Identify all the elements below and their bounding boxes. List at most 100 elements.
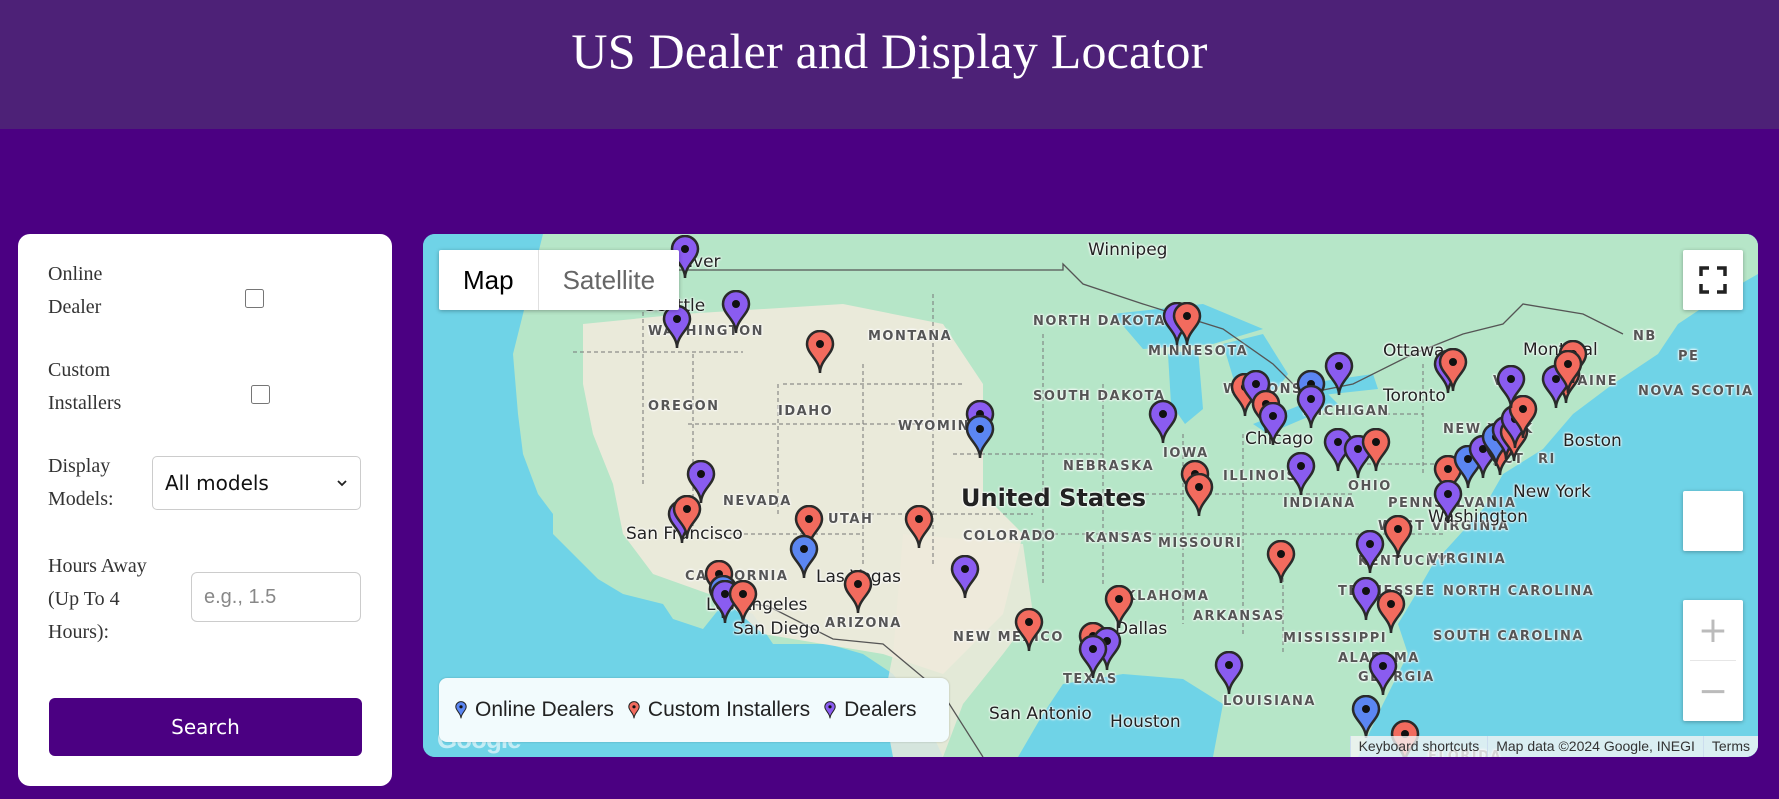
state-label: RI (1538, 452, 1556, 467)
state-label: NORTH CAROLINA (1443, 584, 1595, 599)
state-label: ARIZONA (825, 616, 902, 631)
state-label: OHIO (1348, 479, 1392, 494)
page-header: US Dealer and Display Locator (0, 0, 1779, 129)
dealer-map-marker[interactable] (686, 460, 716, 504)
terms-link[interactable]: Terms (1702, 736, 1758, 757)
state-label: NEW MEXICO (953, 630, 1064, 645)
installer-map-marker[interactable] (1376, 590, 1406, 634)
chevron-down-icon (337, 480, 347, 487)
installer-map-marker[interactable] (1266, 540, 1296, 584)
map-type-map-tab[interactable]: Map (439, 250, 539, 310)
installer-map-marker[interactable] (1553, 350, 1583, 394)
installer-map-marker[interactable] (1383, 515, 1413, 559)
map-view[interactable]: WASHINGTON OREGON IDAHO MONTANA WYOMING NEVAD… (423, 234, 1758, 757)
hours-away-label: Hours Away (Up To 4 Hours): (48, 555, 147, 643)
installer-map-marker[interactable] (904, 505, 934, 549)
keyboard-shortcuts-link[interactable]: Keyboard shortcuts (1349, 736, 1488, 757)
fullscreen-icon (1699, 266, 1727, 294)
dealer-map-marker[interactable] (1324, 352, 1354, 396)
page-title: US Dealer and Display Locator (571, 23, 1208, 79)
online-map-marker[interactable] (1351, 695, 1381, 739)
installer-map-marker[interactable] (1104, 585, 1134, 629)
online-dealer-pin-icon (455, 701, 467, 719)
state-label: COLORADO (963, 529, 1057, 544)
dealer-map-marker[interactable] (721, 290, 751, 334)
map-attribution: Keyboard shortcuts Map data ©2024 Google… (1349, 736, 1758, 757)
legend-online-dealers: Online Dealers (455, 698, 614, 722)
hours-away-input[interactable] (191, 572, 361, 622)
installer-map-marker[interactable] (1014, 608, 1044, 652)
installer-map-marker[interactable] (805, 330, 835, 374)
zoom-in-button[interactable]: + (1683, 600, 1743, 660)
state-label: SOUTH CAROLINA (1433, 629, 1584, 644)
map-legend: Online Dealers Custom Installers Dealers (439, 678, 949, 742)
online-dealer-checkbox[interactable] (245, 289, 264, 308)
installer-map-marker[interactable] (1172, 302, 1202, 346)
state-label: OREGON (648, 399, 720, 414)
state-label: UTAH (828, 512, 874, 527)
state-label: IOWA (1163, 446, 1209, 461)
zoom-out-button[interactable]: − (1683, 661, 1743, 721)
map-data-credit: Map data ©2024 Google, INEGI (1487, 736, 1703, 757)
online-map-marker[interactable] (965, 415, 995, 459)
installer-map-marker[interactable] (1361, 428, 1391, 472)
map-type-satellite-tab[interactable]: Satellite (539, 250, 680, 310)
state-label: MONTANA (868, 329, 953, 344)
display-models-select[interactable]: All models (152, 456, 361, 510)
state-label: NB (1633, 329, 1657, 344)
installer-map-marker[interactable] (1184, 473, 1214, 517)
state-label: NEBRASKA (1063, 459, 1155, 474)
city-label: New York (1513, 482, 1591, 502)
dealer-map-marker[interactable] (1258, 402, 1288, 446)
city-label: Winnipeg (1088, 240, 1168, 260)
installer-map-marker[interactable] (728, 580, 758, 624)
state-label: SOUTH DAKOTA (1033, 389, 1166, 404)
state-label: PE (1678, 349, 1700, 364)
online-dealer-label: Online Dealer (48, 263, 103, 318)
city-label: Houston (1110, 712, 1181, 732)
display-models-label: Display Models: (48, 455, 114, 510)
dealer-map-marker[interactable] (1148, 400, 1178, 444)
display-models-row: Display Models: (48, 450, 158, 516)
installer-map-marker[interactable] (1438, 348, 1468, 392)
state-label: NOVA SCOTIA (1638, 384, 1754, 399)
dealer-map-marker[interactable] (1286, 452, 1316, 496)
map-type-control: Map Satellite (439, 250, 680, 310)
state-label: MISSISSIPPI (1283, 631, 1388, 646)
dealer-pin-icon (824, 701, 836, 719)
dealer-map-marker[interactable] (1496, 365, 1526, 409)
country-label: United States (961, 484, 1147, 512)
dealer-map-marker[interactable] (1078, 635, 1108, 679)
zoom-control: + − (1683, 600, 1743, 721)
state-label: INDIANA (1283, 496, 1356, 511)
custom-installers-row: Custom Installers (48, 354, 168, 420)
filter-panel: Online Dealer Custom Installers Display … (18, 234, 392, 786)
state-label: IDAHO (778, 404, 834, 419)
state-label: NEVADA (723, 494, 792, 509)
city-label: Boston (1563, 431, 1622, 451)
state-label: LOUISIANA (1223, 694, 1316, 709)
dealer-map-marker[interactable] (1355, 530, 1385, 574)
custom-installers-checkbox[interactable] (251, 385, 270, 404)
state-label: MISSOURI (1158, 536, 1243, 551)
minus-icon: − (1697, 670, 1729, 712)
custom-installers-label: Custom Installers (48, 359, 122, 414)
state-label: NORTH DAKOTA (1033, 314, 1166, 329)
dealer-map-marker[interactable] (950, 555, 980, 599)
dealer-map-marker[interactable] (1296, 385, 1326, 429)
display-models-value: All models (165, 471, 269, 495)
dealer-map-marker[interactable] (1368, 652, 1398, 696)
legend-custom-installers: Custom Installers (628, 698, 810, 722)
state-label: ARKANSAS (1193, 609, 1285, 624)
dealer-map-marker[interactable] (1214, 651, 1244, 695)
fullscreen-button[interactable] (1683, 250, 1743, 310)
dealer-map-marker[interactable] (662, 305, 692, 349)
city-label: San Antonio (989, 704, 1092, 724)
online-dealer-row: Online Dealer (48, 258, 168, 324)
plus-icon: + (1697, 609, 1729, 651)
search-button[interactable]: Search (49, 698, 362, 756)
pegman-control[interactable] (1683, 491, 1743, 551)
online-map-marker[interactable] (789, 535, 819, 579)
installer-map-marker[interactable] (843, 570, 873, 614)
state-label: KANSAS (1085, 531, 1154, 546)
